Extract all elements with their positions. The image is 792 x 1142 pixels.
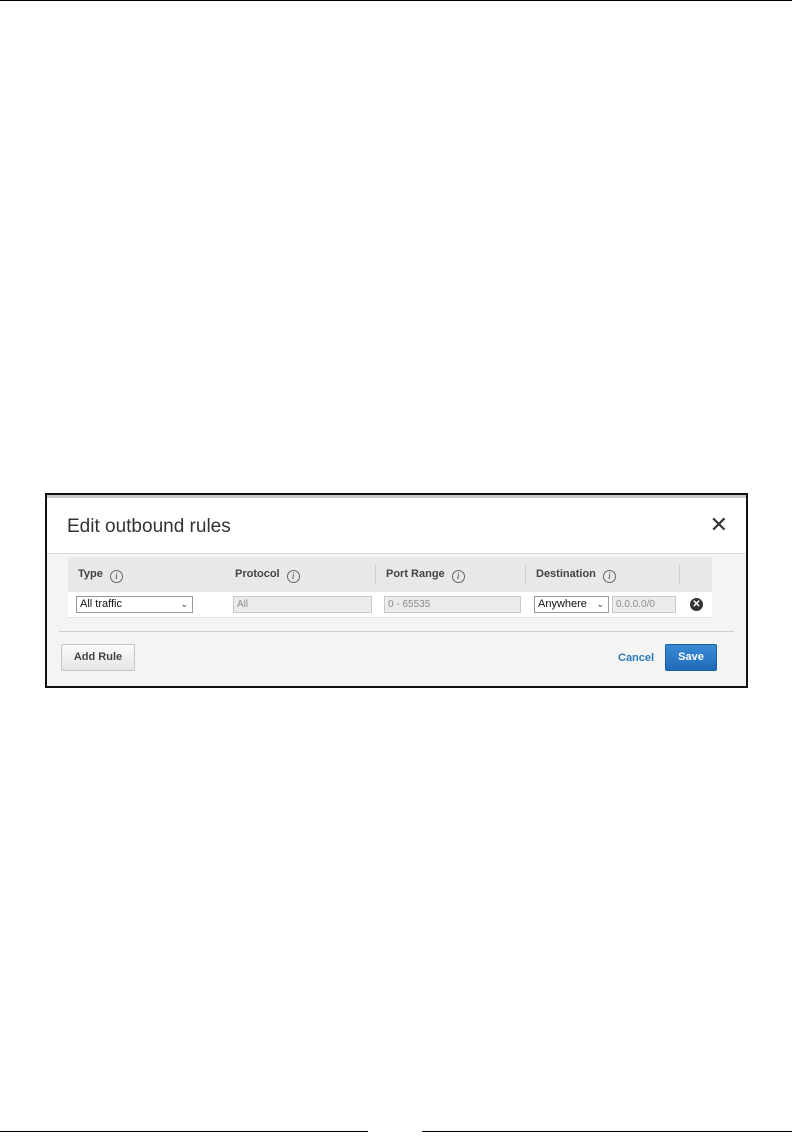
page-bottom-rule (422, 1131, 792, 1132)
page-bottom-rule (0, 1131, 368, 1132)
edit-outbound-rules-modal: Edit outbound rules ✕ Type i Protocol i Po… (45, 493, 748, 688)
type-select[interactable]: All traffic ⌄ (76, 596, 193, 613)
destination-info-icon[interactable]: i (602, 570, 616, 583)
type-info-icon[interactable]: i (109, 570, 123, 583)
rules-table: Type i Protocol i Port Range i Destination i… (68, 557, 712, 618)
column-header-type-label: Type (78, 568, 103, 580)
destination-select-value: Anywhere (538, 598, 587, 610)
table-header: Type i Protocol i Port Range i Destination i (68, 557, 712, 592)
table-row: All traffic ⌄ All 0 - 65535 Anywhere ⌄ 0… (68, 592, 712, 618)
column-header-port-range: Port Range i (376, 557, 465, 592)
port-range-field: 0 - 65535 (384, 596, 521, 613)
column-header-destination: Destination i (526, 557, 616, 592)
column-header-protocol: Protocol i (225, 557, 300, 592)
chevron-down-icon: ⌄ (596, 599, 604, 609)
page-top-rule (0, 0, 792, 1)
destination-select[interactable]: Anywhere ⌄ (534, 596, 609, 613)
protocol-field: All (233, 596, 372, 613)
column-header-type: Type i (68, 557, 123, 592)
type-select-value: All traffic (80, 598, 122, 610)
close-icon[interactable]: ✕ (710, 514, 728, 536)
cancel-link[interactable]: Cancel (618, 652, 654, 664)
add-rule-button[interactable]: Add Rule (61, 644, 135, 671)
modal-body: Type i Protocol i Port Range i Destination i… (47, 554, 746, 686)
column-separator (679, 565, 680, 584)
modal-title: Edit outbound rules (67, 516, 231, 537)
column-header-port-range-label: Port Range (386, 568, 445, 580)
protocol-info-icon[interactable]: i (286, 570, 300, 583)
save-button[interactable]: Save (665, 644, 717, 671)
port-range-info-icon[interactable]: i (451, 570, 465, 583)
modal-header: Edit outbound rules ✕ (47, 498, 746, 554)
column-header-destination-label: Destination (536, 568, 596, 580)
destination-cidr-field[interactable]: 0.0.0.0/0 (612, 596, 676, 613)
divider (59, 631, 734, 632)
chevron-down-icon: ⌄ (180, 599, 188, 609)
remove-rule-icon[interactable]: ✕ (690, 598, 703, 611)
column-header-protocol-label: Protocol (235, 568, 280, 580)
